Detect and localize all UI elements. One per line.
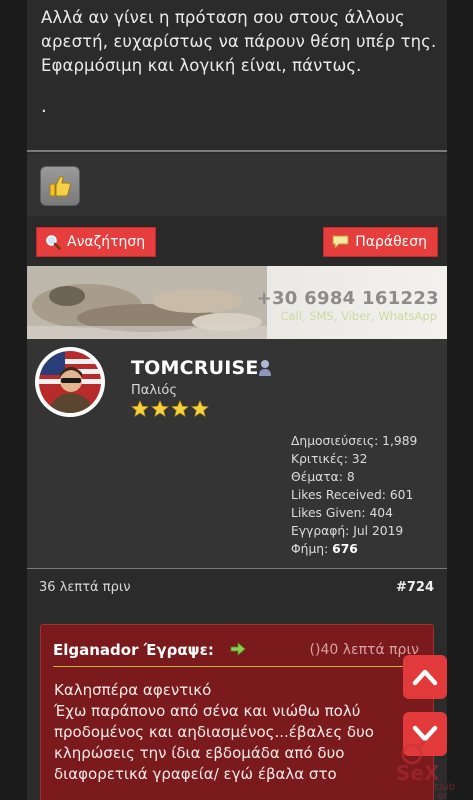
thread-column: Αλλά αν γίνει η πρόταση σου στους άλλους…	[27, 0, 447, 800]
like-button[interactable]	[40, 166, 80, 206]
quote-button[interactable]: Παράθεση	[323, 227, 438, 257]
post-text: Αλλά αν γίνει η πρόταση σου στους άλλους…	[41, 8, 437, 75]
quote-block: Elganador Έγραψε: ()40 λεπτά πριν Καλησπ…	[40, 624, 434, 800]
arrow-right-icon[interactable]	[230, 642, 246, 656]
star-icon	[131, 400, 149, 417]
stat-likes-received: Likes Received: 601	[291, 488, 414, 502]
post-number-link[interactable]: #724	[396, 580, 434, 595]
quote-time: ()40 λεπτά πριν	[309, 642, 419, 658]
search-button-label: Αναζήτηση	[67, 234, 146, 250]
banner-photo	[27, 266, 267, 339]
stat-joined: Εγγραφή: Jul 2019	[291, 524, 404, 538]
post-actions: Αναζήτηση Παράθεση	[27, 216, 447, 266]
stat-topics: Θέματα: 8	[291, 470, 355, 484]
star-icon	[191, 400, 209, 417]
avatar-image	[39, 351, 101, 413]
thumbs-up-icon	[49, 175, 71, 197]
stat-reviews: Κριτικές: 32	[291, 452, 368, 466]
previous-post-body: Αλλά αν γίνει η πρόταση σου στους άλλους…	[27, 0, 447, 152]
stat-posts: Δημοσιεύσεις: 1,989	[291, 434, 418, 448]
speech-bubble-icon	[332, 235, 349, 249]
user-status-icon	[259, 360, 271, 376]
user-stats: Δημοσιεύσεις: 1,989 Κριτικές: 32 Θέματα:…	[291, 432, 417, 558]
banner-phone: +30 6984 161223	[256, 288, 439, 309]
chevron-up-icon	[412, 669, 438, 686]
scroll-down-button[interactable]	[403, 712, 447, 756]
advertisement-banner[interactable]: +30 6984 161223 Call, SMS, Viber, WhatsA…	[27, 266, 447, 339]
stat-reputation: Φήμη: 676	[291, 540, 417, 558]
quote-author: Elganador Έγραψε:	[53, 641, 214, 659]
banner-subtitle: Call, SMS, Viber, WhatsApp	[280, 309, 437, 323]
search-button[interactable]: Αναζήτηση	[36, 227, 157, 257]
post-trailing-dot: .	[41, 96, 47, 117]
quote-text: Καλησπέρα αφεντικό Έχω παράπονο από σένα…	[54, 681, 374, 783]
magnifier-icon	[45, 234, 61, 250]
stat-reputation-label: Φήμη:	[291, 542, 333, 556]
username[interactable]: TOMCRUISE	[131, 357, 259, 379]
post-meta: 36 λεπτά πριν #724	[27, 568, 447, 606]
post-time: 36 λεπτά πριν	[39, 580, 131, 595]
rank-stars	[131, 400, 209, 418]
chevron-down-icon	[412, 725, 438, 742]
quote-divider	[53, 666, 423, 667]
stat-reputation-value: 676	[332, 542, 358, 556]
stat-likes-given: Likes Given: 404	[291, 506, 393, 520]
star-icon	[151, 400, 169, 417]
user-rank: Παλιός	[131, 383, 178, 398]
avatar[interactable]	[35, 347, 105, 417]
star-icon	[171, 400, 189, 417]
author-profile: TOMCRUISE Παλιός Δημοσιεύσεις: 1,989 Κρι…	[27, 339, 447, 568]
like-bar	[27, 154, 447, 216]
quote-button-label: Παράθεση	[355, 234, 427, 250]
scroll-up-button[interactable]	[403, 655, 447, 699]
